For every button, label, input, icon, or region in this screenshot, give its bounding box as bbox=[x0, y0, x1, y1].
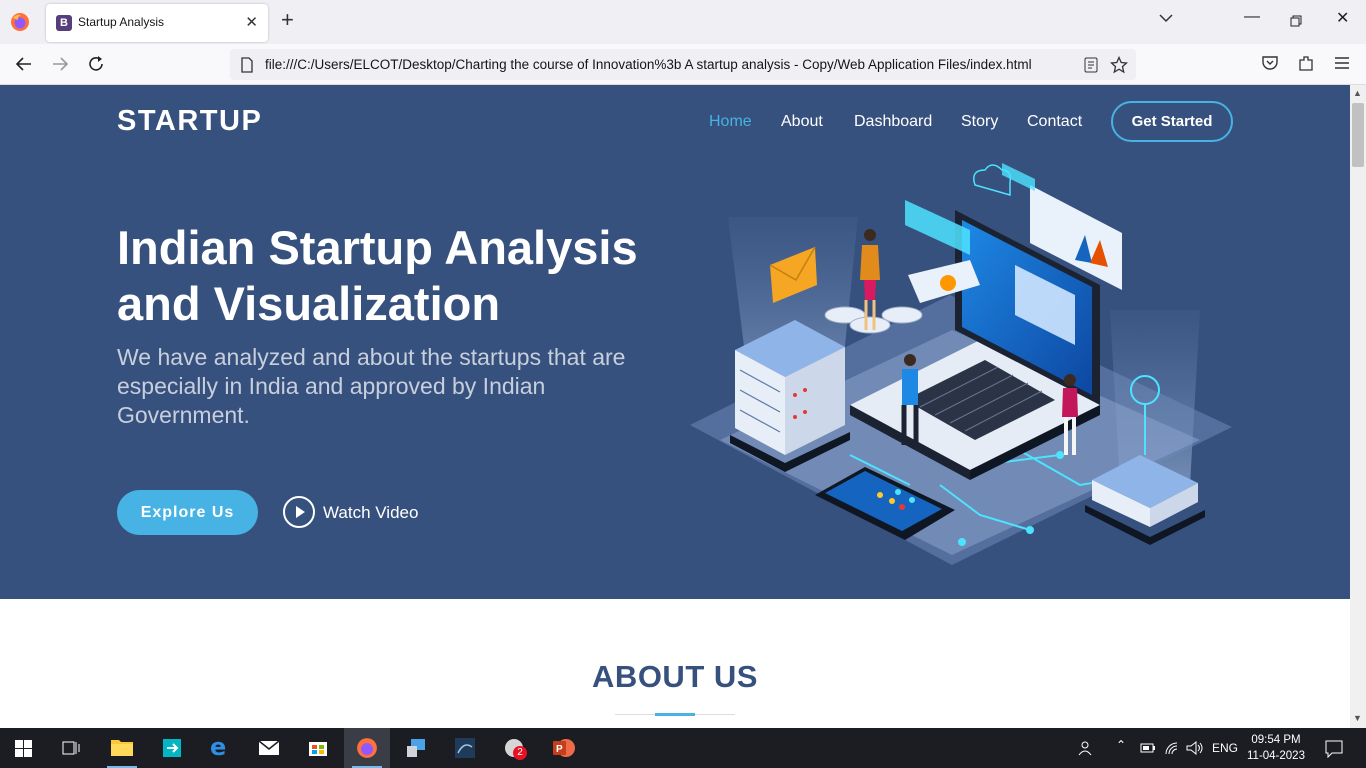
scroll-down-arrow-icon[interactable]: ▼ bbox=[1353, 713, 1362, 723]
get-started-button[interactable]: Get Started bbox=[1111, 101, 1233, 142]
start-button[interactable] bbox=[0, 728, 46, 768]
browser-toolbar: file:///C:/Users/ELCOT/Desktop/Charting … bbox=[0, 44, 1366, 85]
taskbar-firefox[interactable] bbox=[344, 728, 390, 768]
page-icon bbox=[241, 57, 253, 73]
language-indicator[interactable]: ENG bbox=[1212, 741, 1238, 757]
reload-icon[interactable] bbox=[86, 54, 106, 74]
edge-legacy-icon bbox=[163, 739, 181, 757]
watch-video-label: Watch Video bbox=[323, 503, 419, 522]
restore-icon[interactable] bbox=[1290, 15, 1303, 28]
taskbar-chat[interactable]: 2 bbox=[491, 728, 537, 768]
firefox-icon bbox=[357, 738, 377, 758]
nav-dashboard[interactable]: Dashboard bbox=[854, 113, 932, 131]
taskbar-control-panel[interactable] bbox=[393, 728, 439, 768]
star-icon[interactable] bbox=[1110, 56, 1128, 74]
bootstrap-favicon-icon: B bbox=[56, 15, 72, 31]
svg-text:P: P bbox=[556, 744, 563, 755]
hero-illustration bbox=[690, 163, 1232, 565]
firefox-icon[interactable] bbox=[10, 12, 30, 32]
site-logo[interactable]: STARTUP bbox=[117, 105, 262, 138]
explore-us-button[interactable]: Explore Us bbox=[117, 490, 258, 535]
show-hidden-icons-chevron-up-icon[interactable]: ⌃ bbox=[1116, 738, 1126, 758]
nav-contact[interactable]: Contact bbox=[1027, 113, 1082, 131]
reader-icon[interactable] bbox=[1084, 57, 1098, 73]
section-divider-accent bbox=[655, 713, 695, 716]
taskbar-store[interactable] bbox=[295, 728, 341, 768]
tab-title: Startup Analysis bbox=[78, 15, 165, 29]
extensions-icon[interactable] bbox=[1297, 54, 1315, 72]
nav-story[interactable]: Story bbox=[961, 113, 998, 131]
browser-tab[interactable]: B Startup Analysis ✕ bbox=[46, 4, 268, 42]
store-icon bbox=[309, 742, 327, 756]
close-window-icon[interactable]: ✕ bbox=[1336, 8, 1349, 28]
mysql-workbench-icon bbox=[455, 738, 475, 758]
about-us-heading: ABOUT US bbox=[592, 659, 758, 694]
hero-subtitle: We have analyzed and about the startups … bbox=[117, 344, 626, 428]
hero-title: Indian Startup Analysis and Visualizatio… bbox=[117, 221, 638, 330]
windows-taskbar: e 2 P ⌃ ENG 09:54 PM 11-04-2023 bbox=[0, 728, 1366, 768]
volume-icon[interactable] bbox=[1186, 740, 1204, 756]
page-viewport: STARTUP Home About Dashboard Story Conta… bbox=[0, 85, 1350, 728]
wifi-icon[interactable] bbox=[1163, 740, 1181, 756]
taskbar-file-explorer[interactable] bbox=[99, 728, 145, 768]
forward-icon[interactable] bbox=[50, 54, 70, 74]
menu-icon[interactable] bbox=[1334, 54, 1350, 72]
nav-home[interactable]: Home bbox=[709, 113, 752, 131]
back-icon[interactable] bbox=[14, 54, 34, 74]
task-view-button[interactable] bbox=[48, 728, 94, 768]
taskbar-edge-legacy[interactable] bbox=[149, 728, 195, 768]
notification-badge: 2 bbox=[513, 746, 527, 760]
hero-section: STARTUP Home About Dashboard Story Conta… bbox=[0, 85, 1350, 599]
taskbar-mail[interactable] bbox=[246, 728, 292, 768]
nav-about[interactable]: About bbox=[781, 113, 823, 131]
url-bar[interactable]: file:///C:/Users/ELCOT/Desktop/Charting … bbox=[230, 49, 1136, 80]
pocket-icon[interactable] bbox=[1261, 54, 1279, 72]
start-icon bbox=[15, 740, 32, 757]
page-scrollbar[interactable]: ▲ ▼ bbox=[1350, 85, 1366, 728]
notification-center-icon[interactable] bbox=[1325, 740, 1343, 758]
chevron-down-icon[interactable] bbox=[1158, 10, 1174, 26]
taskbar-edge[interactable]: e bbox=[198, 728, 244, 768]
scrollbar-thumb[interactable] bbox=[1352, 103, 1364, 167]
battery-icon[interactable] bbox=[1140, 742, 1156, 754]
system-clock[interactable]: 09:54 PM 11-04-2023 bbox=[1240, 732, 1312, 764]
powerpoint-icon: P bbox=[553, 739, 575, 757]
file-explorer-icon bbox=[111, 740, 133, 756]
people-icon[interactable] bbox=[1078, 740, 1096, 756]
clock-date: 11-04-2023 bbox=[1247, 750, 1305, 762]
scroll-up-arrow-icon[interactable]: ▲ bbox=[1353, 88, 1362, 98]
taskbar-powerpoint[interactable]: P bbox=[540, 728, 586, 768]
task-view-icon bbox=[62, 741, 80, 755]
browser-tab-bar: B Startup Analysis ✕ + — ✕ bbox=[0, 0, 1366, 44]
taskbar-mysql-workbench[interactable] bbox=[442, 728, 488, 768]
control-panel-icon bbox=[407, 739, 425, 757]
edge-icon: e bbox=[210, 733, 227, 761]
url-text: file:///C:/Users/ELCOT/Desktop/Charting … bbox=[265, 57, 1032, 72]
close-tab-icon[interactable]: ✕ bbox=[245, 13, 258, 31]
mail-icon bbox=[258, 740, 280, 755]
play-icon bbox=[283, 496, 315, 528]
new-tab-plus-icon[interactable]: + bbox=[281, 9, 294, 31]
minimize-icon[interactable]: — bbox=[1244, 8, 1260, 26]
clock-time: 09:54 PM bbox=[1251, 734, 1301, 746]
